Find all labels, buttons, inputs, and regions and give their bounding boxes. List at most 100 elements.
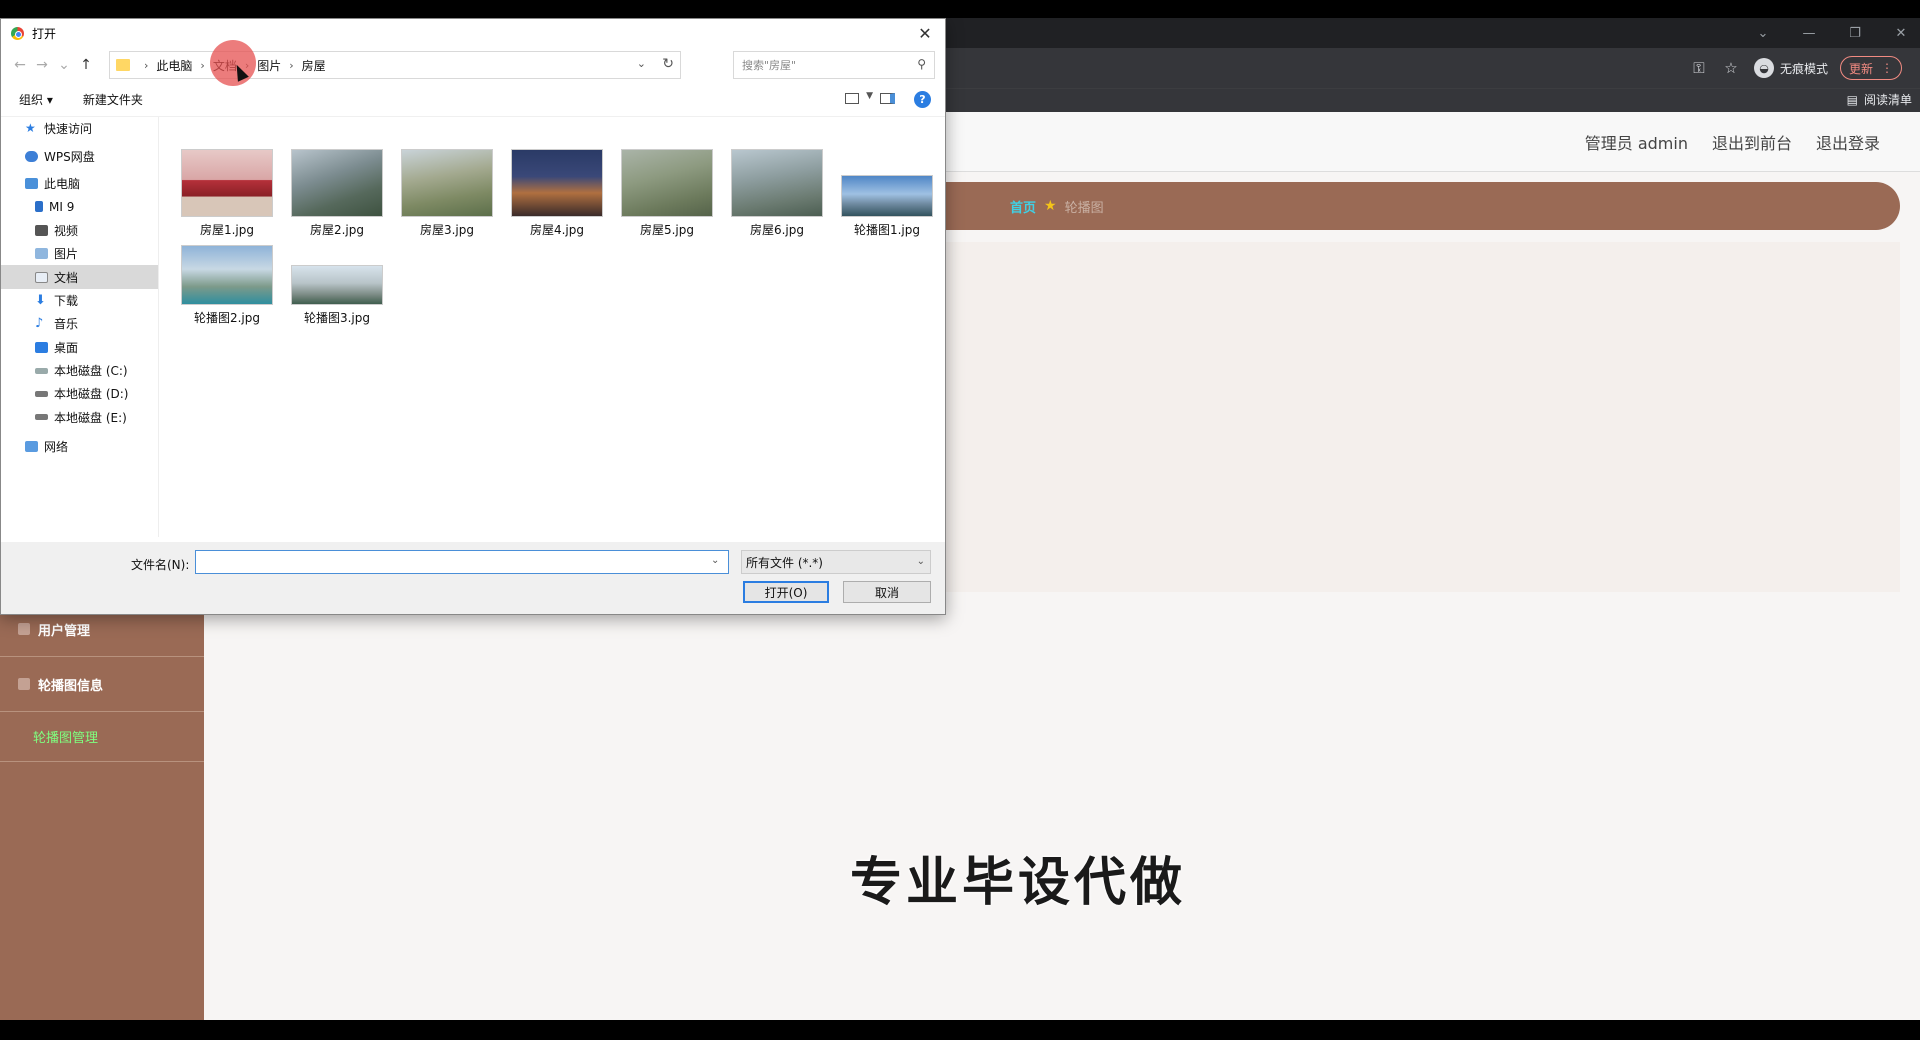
drive-icon — [35, 367, 48, 374]
file-name: 房屋6.jpg — [749, 223, 805, 237]
minimize-icon[interactable]: — — [1786, 18, 1832, 48]
chevron-down-icon[interactable]: ⌄ — [637, 57, 646, 70]
breadcrumb-current: 轮播图 — [1064, 200, 1104, 216]
sidebar-item-carousel[interactable]: 轮播图信息 — [0, 657, 204, 712]
file-name: 房屋2.jpg — [309, 223, 365, 237]
tree-item-label: MI 9 — [49, 199, 75, 214]
chrome-icon — [11, 26, 24, 40]
video-watermark: 专业毕设代做 — [850, 853, 1187, 913]
help-icon[interactable]: ? — [914, 91, 931, 108]
letterbox-bottom — [0, 1020, 1920, 1040]
tree-item-pictures[interactable]: 图片 — [1, 242, 158, 265]
sidebar-subitem-carousel-manage[interactable]: 轮播图管理 — [0, 712, 204, 762]
logout-link[interactable]: 退出登录 — [1816, 130, 1880, 154]
file-name: 房屋1.jpg — [199, 223, 255, 237]
organize-menu[interactable]: 组织 ▾ — [19, 91, 53, 108]
file-item[interactable]: 房屋3.jpg — [399, 149, 495, 238]
filetype-select[interactable]: 所有文件 (*.*) ⌄ — [741, 550, 931, 574]
tree-item-label: 本地磁盘 (D:) — [54, 387, 129, 402]
file-name: 轮播图3.jpg — [303, 311, 371, 325]
tree-item-wps[interactable]: WPS网盘 — [1, 144, 158, 167]
refresh-icon[interactable]: ↻ — [662, 56, 674, 72]
sidebar-item-label: 用户管理 — [38, 623, 91, 639]
tree-item-label: 图片 — [54, 247, 79, 262]
address-bar[interactable]: › 此电脑 › 文档 › 图片 › 房屋 ⌄ ↻ — [109, 51, 681, 79]
tree-item-network[interactable]: 网络 — [1, 435, 158, 458]
file-name: 房屋3.jpg — [419, 223, 475, 237]
dialog-titlebar: 打开 ✕ — [1, 19, 945, 47]
file-item[interactable]: 轮播图2.jpg — [179, 237, 275, 326]
file-name: 轮播图2.jpg — [193, 311, 261, 325]
back-icon[interactable]: ← — [9, 57, 31, 73]
cancel-button[interactable]: 取消 — [843, 581, 931, 603]
tree-item-phone[interactable]: MI 9 — [1, 195, 158, 218]
drive-icon — [35, 414, 48, 421]
network-icon — [25, 441, 38, 453]
tree-item-drive-e[interactable]: 本地磁盘 (E:) — [1, 406, 158, 429]
file-item[interactable]: 轮播图1.jpg — [839, 149, 935, 238]
image-thumbnail — [291, 265, 383, 305]
exit-to-front-link[interactable]: 退出到前台 — [1712, 130, 1792, 154]
file-item[interactable]: 房屋2.jpg — [289, 149, 385, 238]
document-icon — [35, 271, 48, 283]
tree-item-label: 网络 — [44, 440, 69, 455]
browser-toolbar-icons: ⚿ ☆ ◒ 无痕模式 更新 ⋮ — [1680, 54, 1903, 82]
open-button[interactable]: 打开(O) — [743, 581, 829, 603]
tab-search-icon[interactable]: ⌄ — [1740, 18, 1786, 48]
update-button[interactable]: 更新 ⋮ — [1840, 56, 1903, 80]
new-folder-button[interactable]: 新建文件夹 — [83, 91, 143, 108]
dialog-close-icon[interactable]: ✕ — [905, 19, 945, 47]
tree-item-quick-access[interactable]: ★ 快速访问 — [1, 117, 158, 140]
path-segment[interactable]: 此电脑 — [156, 57, 192, 74]
file-name: 房屋5.jpg — [639, 223, 695, 237]
up-icon[interactable]: ↑ — [75, 57, 97, 73]
path-segment[interactable]: 房屋 — [302, 57, 326, 74]
preview-pane-icon[interactable] — [880, 93, 895, 104]
reading-list[interactable]: ▤ 阅读清单 — [1847, 91, 1912, 108]
file-item[interactable]: 轮播图3.jpg — [289, 237, 385, 326]
chevron-down-icon[interactable]: ⌄ — [711, 555, 719, 566]
tree-item-videos[interactable]: 视频 — [1, 219, 158, 242]
tree-item-label: 桌面 — [54, 340, 79, 355]
file-item[interactable]: 房屋4.jpg — [509, 149, 605, 238]
tree-item-music[interactable]: ♪ 音乐 — [1, 312, 158, 335]
forward-icon[interactable]: → — [31, 57, 53, 73]
incognito-indicator[interactable]: ◒ 无痕模式 — [1754, 58, 1828, 78]
window-close-icon[interactable]: ✕ — [1878, 18, 1920, 48]
phone-icon — [35, 201, 43, 213]
path-segment[interactable]: 图片 — [257, 57, 281, 74]
pictures-icon — [35, 248, 48, 260]
tree-item-desktop[interactable]: 桌面 — [1, 336, 158, 359]
restore-icon[interactable]: ❐ — [1832, 18, 1878, 48]
star-icon[interactable]: ☆ — [1718, 55, 1744, 81]
file-item[interactable]: 房屋6.jpg — [729, 149, 825, 238]
chevron-down-icon[interactable]: ▼ — [866, 91, 873, 101]
file-item[interactable]: 房屋1.jpg — [179, 149, 275, 238]
file-name: 轮播图1.jpg — [853, 223, 921, 237]
image-thumbnail — [181, 149, 273, 217]
tree-item-this-pc[interactable]: 此电脑 — [1, 172, 158, 195]
tree-item-drive-c[interactable]: 本地磁盘 (C:) — [1, 359, 158, 382]
search-input[interactable]: 搜索"房屋" ⚲ — [733, 51, 935, 79]
breadcrumb-home[interactable]: 首页 — [1010, 197, 1036, 216]
tree-item-downloads[interactable]: ⬇ 下载 — [1, 289, 158, 312]
drive-icon — [35, 390, 48, 397]
tree-item-label: 音乐 — [54, 317, 79, 332]
recent-dropdown-icon[interactable]: ⌄ — [53, 57, 75, 73]
image-thumbnail — [181, 245, 273, 305]
view-icon[interactable] — [845, 93, 859, 104]
key-icon[interactable]: ⚿ — [1686, 55, 1712, 81]
update-label: 更新 — [1849, 61, 1874, 76]
reading-list-icon: ▤ — [1846, 92, 1858, 107]
music-icon: ♪ — [35, 316, 44, 332]
image-thumbnail — [621, 149, 713, 217]
file-item[interactable]: 房屋5.jpg — [619, 149, 715, 238]
folder-icon — [116, 59, 130, 71]
cloud-icon — [25, 150, 38, 162]
tree-item-documents[interactable]: 文档 — [1, 265, 158, 289]
chevron-down-icon: ⌄ — [916, 556, 925, 567]
filetype-value: 所有文件 (*.*) — [746, 555, 823, 570]
sidebar-item-label: 轮播图信息 — [38, 678, 104, 694]
tree-item-drive-d[interactable]: 本地磁盘 (D:) — [1, 382, 158, 405]
filename-input[interactable] — [195, 550, 729, 574]
